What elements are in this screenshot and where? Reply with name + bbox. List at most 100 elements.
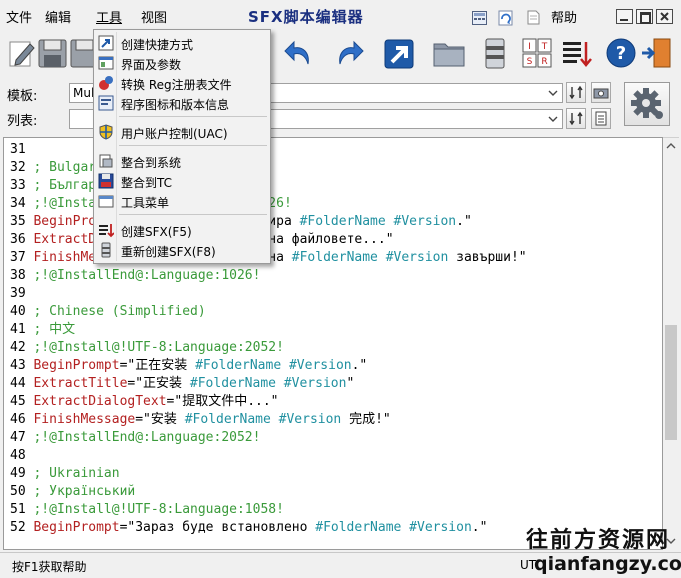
code-token: ." (471, 520, 488, 535)
create-sfx-icon (99, 224, 114, 238)
code-line[interactable]: 52 BeginPrompt="Зараз буде встановлено #… (10, 519, 487, 537)
code-line[interactable]: 49 ; Ukrainian (10, 465, 120, 483)
watermark-line2: qianfangzy.com (534, 553, 681, 575)
refresh-doc-icon[interactable] (498, 10, 514, 26)
help-icon[interactable]: ? (604, 36, 638, 70)
sort-lines-icon[interactable] (560, 36, 594, 70)
line-number: 45 (10, 394, 26, 409)
code-line[interactable]: 42 ;!@Install@!UTF-8:Language:2052! (10, 339, 284, 357)
line-number: 40 (10, 304, 26, 319)
line-number: 49 (10, 466, 26, 481)
calculator-icon[interactable] (472, 11, 487, 25)
status-help-text: 按F1获取帮助 (12, 560, 87, 574)
code-token: #FolderName #Version (291, 250, 449, 265)
code-token: 完成!" (341, 412, 391, 427)
program-info-icon (98, 95, 114, 111)
close-button[interactable] (656, 9, 673, 24)
menu-item-integrate-system[interactable]: 整合到系统 (94, 151, 270, 171)
line-number: 51 (10, 502, 26, 517)
code-line[interactable]: 48 (10, 447, 33, 465)
maximize-button[interactable] (636, 9, 653, 24)
code-line[interactable]: 33 ; Българ (10, 177, 96, 195)
code-line[interactable]: 39 (10, 285, 33, 303)
scroll-up-icon[interactable] (666, 142, 676, 150)
code-line[interactable]: 41 ; 中文 (10, 321, 75, 339)
svg-text:R: R (541, 57, 547, 67)
tc-disk-icon (98, 173, 114, 189)
scrollbar-thumb[interactable] (665, 325, 677, 440)
code-line[interactable]: 46 FinishMessage="安装 #FolderName #Versio… (10, 411, 391, 429)
exit-door-icon[interactable] (640, 36, 674, 70)
template-folder-button[interactable] (591, 82, 611, 103)
template-value: Mul (73, 86, 95, 100)
code-token: ExtractTitle (33, 376, 128, 391)
swap-template-button[interactable] (566, 82, 586, 103)
registry-icon (99, 76, 113, 90)
swap-arrows-icon (569, 111, 583, 126)
code-token: ." (456, 214, 472, 229)
menu-tools[interactable]: 工具 (96, 7, 122, 26)
tool-menu-icon (98, 195, 114, 208)
svg-text:T: T (541, 42, 548, 52)
template-label: 模板: (7, 89, 38, 104)
line-number: 46 (10, 412, 26, 427)
code-token: ; Chinese (Simplified) (33, 304, 206, 319)
document-icon[interactable] (527, 10, 540, 25)
code-line[interactable]: 38 ;!@InstallEnd@:Language:1026! (10, 267, 260, 285)
folder-icon[interactable] (432, 36, 466, 70)
menu-view[interactable]: 视图 (141, 7, 167, 26)
line-number: 48 (10, 448, 26, 463)
menu-help[interactable]: 帮助 (551, 7, 577, 26)
minimize-button[interactable] (616, 9, 633, 24)
chevron-down-icon (548, 90, 558, 96)
menu-item-create-sfx[interactable]: 创建SFX(F5) (94, 220, 270, 240)
line-number: 42 (10, 340, 26, 355)
svg-text:I: I (528, 42, 531, 52)
code-token: #FolderName #Version (195, 358, 352, 373)
menu-edit[interactable]: 编辑 (45, 7, 71, 26)
menu-item-create-shortcut[interactable]: 创建快捷方式 (94, 33, 270, 53)
code-line[interactable]: 47 ;!@InstallEnd@:Language:2052! (10, 429, 260, 447)
menu-file[interactable]: 文件 (6, 7, 32, 26)
code-token: BeginPrompt (33, 520, 120, 535)
code-line[interactable]: 31 (10, 141, 33, 159)
code-token: ="安装 (135, 412, 185, 427)
code-line[interactable]: 43 BeginPrompt="正在安装 #FolderName #Versio… (10, 357, 367, 375)
list-notes-button[interactable] (591, 108, 611, 129)
code-line[interactable]: 40 ; Chinese (Simplified) (10, 303, 206, 321)
code-token: ; Український (33, 484, 136, 499)
archive-icon[interactable] (478, 36, 512, 70)
redo-icon[interactable] (332, 36, 366, 70)
interface-icon (98, 56, 114, 70)
goto-arrow-icon[interactable] (382, 36, 416, 70)
swap-list-button[interactable] (566, 108, 586, 129)
save-icon[interactable] (36, 36, 70, 70)
menu-item-uac[interactable]: 用户账户控制(UAC) (94, 122, 270, 142)
menu-item-integrate-tc[interactable]: 整合到TC (94, 171, 270, 191)
tools-menu: 创建快捷方式 界面及参数 转换 Reg注册表文件 程序图标和版本信息 用户账户控… (93, 29, 271, 264)
settings-button[interactable] (624, 82, 670, 126)
menu-item-recreate-sfx[interactable]: 重新创建SFX(F8) (94, 240, 270, 260)
itsr-icon[interactable]: I T S R (520, 36, 554, 70)
code-token: ; Bulgar (33, 160, 97, 175)
system-integrate-icon (99, 154, 113, 168)
menu-item-convert-reg[interactable]: 转换 Reg注册表文件 (94, 73, 270, 93)
code-line[interactable]: 45 ExtractDialogText="提取文件中..." (10, 393, 279, 411)
line-number: 47 (10, 430, 26, 445)
menu-item-interface-params[interactable]: 界面及参数 (94, 53, 270, 73)
code-line[interactable]: 44 ExtractTitle="正安装 #FolderName #Versio… (10, 375, 354, 393)
menu-item-program-info[interactable]: 程序图标和版本信息 (94, 93, 270, 113)
edit-pencil-icon[interactable] (6, 36, 40, 70)
code-token: завърши!" (448, 250, 527, 265)
swap-arrows-icon (569, 85, 583, 100)
code-token: ="正安装 (127, 376, 190, 391)
code-line[interactable]: 50 ; Український (10, 483, 135, 501)
list-label: 列表: (7, 114, 38, 129)
menu-item-tool-menu[interactable]: 工具菜单 (94, 191, 270, 211)
uac-shield-icon (99, 124, 113, 140)
code-line[interactable]: 32 ; Bulgar (10, 159, 96, 177)
vertical-scrollbar[interactable] (663, 137, 679, 551)
code-token: ExtractDialogText (33, 394, 167, 409)
undo-icon[interactable] (282, 36, 316, 70)
code-line[interactable]: 51 ;!@Install@!UTF-8:Language:1058! (10, 501, 284, 519)
